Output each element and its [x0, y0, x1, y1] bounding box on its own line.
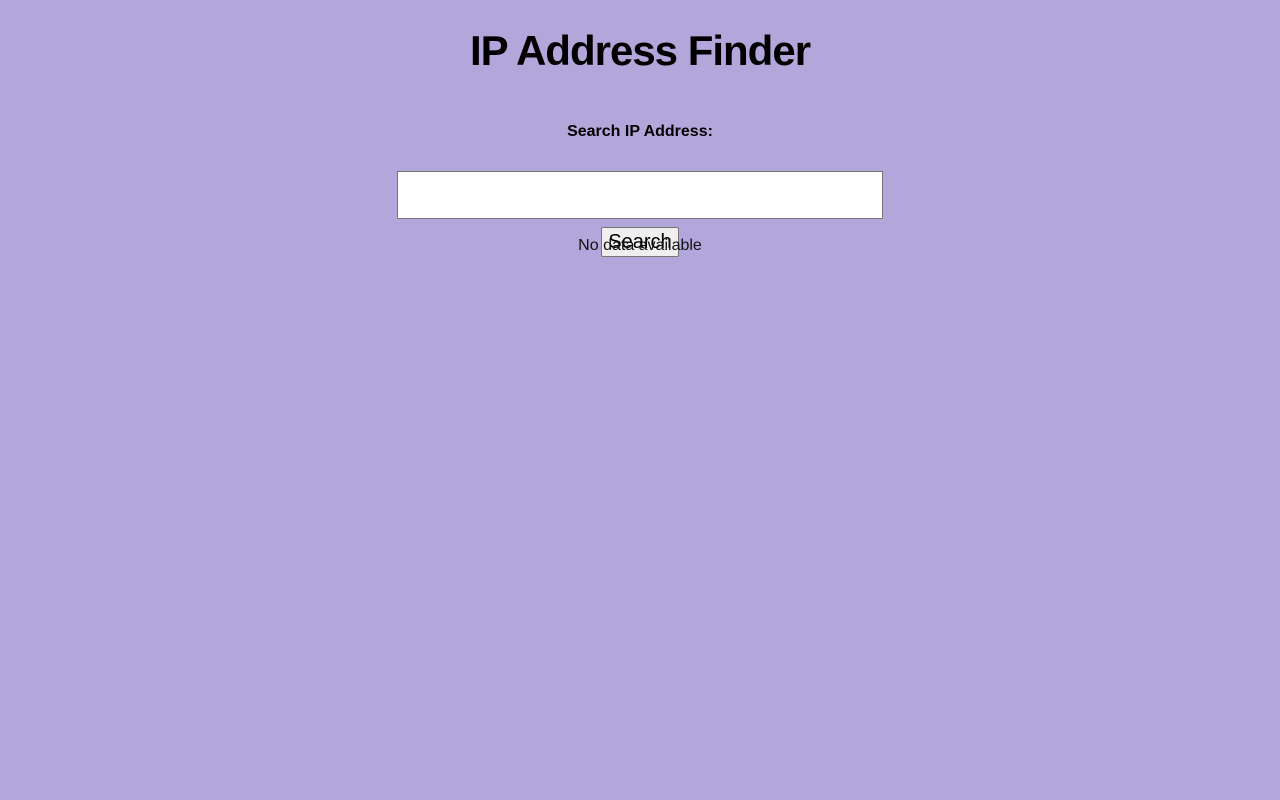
search-input[interactable] [397, 171, 883, 219]
search-label: Search IP Address: [567, 123, 713, 140]
search-button[interactable]: Search [601, 227, 679, 257]
page-title: IP Address Finder [469, 27, 811, 74]
page: IP Address Finder Search IP Address: Sea… [0, 0, 1280, 800]
